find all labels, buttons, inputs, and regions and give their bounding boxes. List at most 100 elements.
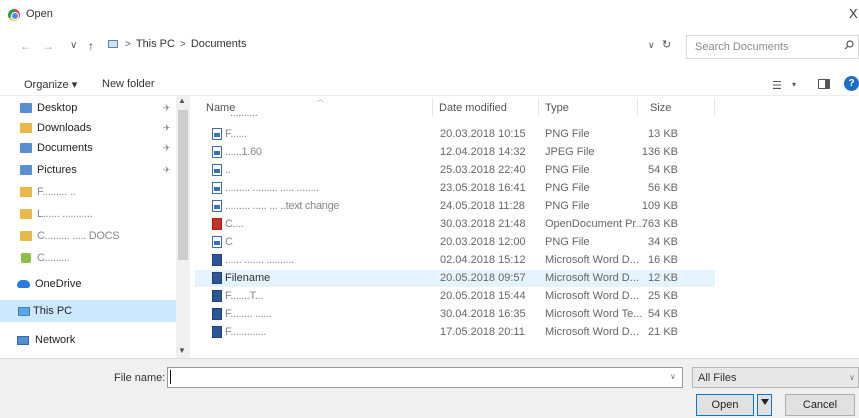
file-size: 54 KB <box>648 308 678 320</box>
file-row[interactable]: ......1.60 12.04.2018 14:32 JPEG File 13… <box>195 144 715 161</box>
open-button[interactable]: Open <box>696 394 754 416</box>
file-name: F.......T... <box>225 290 263 302</box>
file-row[interactable]: C.... 30.03.2018 21:48 OpenDocument Pr..… <box>195 216 715 233</box>
search-placeholder: Search Documents <box>695 41 789 53</box>
nav-label: Pictures <box>37 164 77 176</box>
nav-item-folder[interactable]: F......... .. <box>0 182 178 202</box>
file-size: 54 KB <box>648 164 678 176</box>
png-file-icon <box>212 200 222 212</box>
file-row[interactable]: F........ ...... 30.04.2018 16:35 Micros… <box>195 306 715 323</box>
nav-label: L...... ........... <box>37 208 93 220</box>
file-row[interactable]: F...... 20.03.2018 10:15 PNG File 13 KB <box>195 126 715 143</box>
scroll-down-icon[interactable]: ▼ <box>178 346 186 355</box>
this-pc-icon <box>18 306 30 316</box>
nav-item-folder[interactable]: L...... ........... <box>0 204 178 224</box>
file-name: .. <box>225 164 231 176</box>
recent-dropdown-icon[interactable]: ∨ <box>70 40 77 51</box>
file-row[interactable]: ......... ......... ..... ........ 23.05… <box>195 180 715 197</box>
file-row[interactable]: F............. 17.05.2018 20:11 Microsof… <box>195 324 715 341</box>
word-file-icon <box>212 308 222 320</box>
file-type: PNG File <box>545 182 590 194</box>
file-row[interactable]: ...... ....... .......... 02.04.2018 15:… <box>195 252 715 269</box>
nav-item-folder[interactable]: C......... ..... DOCS <box>0 226 178 246</box>
file-type: JPEG File <box>545 146 595 158</box>
folder-icon <box>20 187 32 197</box>
close-icon[interactable]: X <box>849 6 858 21</box>
forward-button[interactable]: → <box>42 39 54 53</box>
file-size: 21 KB <box>648 326 678 338</box>
nav-item-downloads[interactable]: Downloads ✈ <box>0 118 178 138</box>
up-button[interactable]: ↑ <box>88 39 94 53</box>
change-view-icon[interactable]: ☰ <box>772 79 782 92</box>
open-options-button[interactable] <box>757 394 772 416</box>
file-name-label: File name: <box>114 372 166 384</box>
file-row[interactable]: .. 25.03.2018 22:40 PNG File 54 KB <box>195 162 715 179</box>
file-row[interactable]: .......... <box>195 113 715 121</box>
file-type-dropdown-icon[interactable]: ∨ <box>849 373 855 382</box>
file-row-selected[interactable]: Filename 20.05.2018 09:57 Microsoft Word… <box>195 270 715 287</box>
file-row[interactable]: C 20.03.2018 12:00 PNG File 34 KB <box>195 234 715 251</box>
nav-label: F......... .. <box>37 186 76 198</box>
file-name: F............. <box>225 326 267 338</box>
sort-up-icon: ︿ <box>317 96 324 103</box>
window-title: Open <box>26 8 53 20</box>
pin-icon[interactable]: ✈ <box>163 143 171 154</box>
file-name: ......... ..... ... ..text change <box>225 200 340 212</box>
breadcrumb-item-documents[interactable]: Documents <box>191 38 247 50</box>
nav-label: Network <box>35 334 76 346</box>
help-icon[interactable]: ? <box>844 76 859 91</box>
nav-item-pictures[interactable]: Pictures ✈ <box>0 160 178 180</box>
search-input[interactable]: Search Documents <box>686 35 859 59</box>
documents-folder-icon <box>20 143 32 153</box>
cancel-button[interactable]: Cancel <box>785 394 855 416</box>
png-file-icon <box>212 146 222 158</box>
file-type: PNG File <box>545 200 590 212</box>
nav-item-app[interactable]: C......... <box>0 248 178 268</box>
file-type-value: All Files <box>698 372 737 384</box>
png-file-icon <box>212 128 222 140</box>
file-row[interactable]: ......... ..... ... ..text change 24.05.… <box>195 198 715 215</box>
file-date: 20.03.2018 12:00 <box>440 236 526 248</box>
file-name: ......1.60 <box>225 146 262 158</box>
nav-item-desktop[interactable]: Desktop ✈ <box>0 98 178 118</box>
preview-pane-icon[interactable] <box>818 79 830 89</box>
breadcrumb[interactable]: > This PC > Documents <box>108 38 246 50</box>
file-type: PNG File <box>545 164 590 176</box>
address-dropdown-icon[interactable]: ∨ <box>648 40 655 51</box>
pin-icon[interactable]: ✈ <box>163 103 171 114</box>
nav-item-onedrive[interactable]: OneDrive <box>0 274 178 294</box>
new-folder-button[interactable]: New folder <box>102 78 155 90</box>
word-file-icon <box>212 326 222 338</box>
file-name-dropdown-icon[interactable]: ∨ <box>670 372 676 381</box>
nav-label: C......... <box>37 252 70 264</box>
organize-button[interactable]: Organize ▾ <box>24 78 77 91</box>
pin-icon[interactable]: ✈ <box>163 123 171 134</box>
refresh-icon[interactable]: ↻ <box>662 38 671 51</box>
nav-item-documents[interactable]: Documents ✈ <box>0 138 178 158</box>
file-name: .......... <box>230 113 258 119</box>
network-icon <box>17 335 29 345</box>
nav-label: C......... ..... DOCS <box>37 230 120 242</box>
file-date: 25.03.2018 22:40 <box>440 164 526 176</box>
file-size: 34 KB <box>648 236 678 248</box>
back-button[interactable]: ← <box>20 39 32 53</box>
file-date: 24.05.2018 11:28 <box>440 200 525 212</box>
pin-icon[interactable]: ✈ <box>163 165 171 176</box>
breadcrumb-separator-icon[interactable]: > <box>180 39 186 50</box>
nav-item-network[interactable]: Network <box>0 330 178 350</box>
nav-label: This PC <box>33 305 73 317</box>
view-dropdown-icon[interactable]: ▾ <box>792 80 796 89</box>
breadcrumb-item-this-pc[interactable]: This PC <box>136 38 175 50</box>
nav-item-this-pc[interactable]: This PC <box>0 300 178 322</box>
file-date: 30.04.2018 16:35 <box>440 308 526 320</box>
file-type: PNG File <box>545 128 590 140</box>
file-size: 56 KB <box>648 182 678 194</box>
file-date: 02.04.2018 15:12 <box>440 254 526 266</box>
file-name: Filename <box>225 272 271 284</box>
nav-scrollbar-thumb[interactable] <box>178 110 188 260</box>
scroll-up-icon[interactable]: ▲ <box>178 96 186 105</box>
file-size: 13 KB <box>648 128 678 140</box>
breadcrumb-separator-icon[interactable]: > <box>125 39 131 50</box>
file-row[interactable]: F.......T... 20.05.2018 15:44 Microsoft … <box>195 288 715 305</box>
file-name-input[interactable] <box>167 367 683 388</box>
